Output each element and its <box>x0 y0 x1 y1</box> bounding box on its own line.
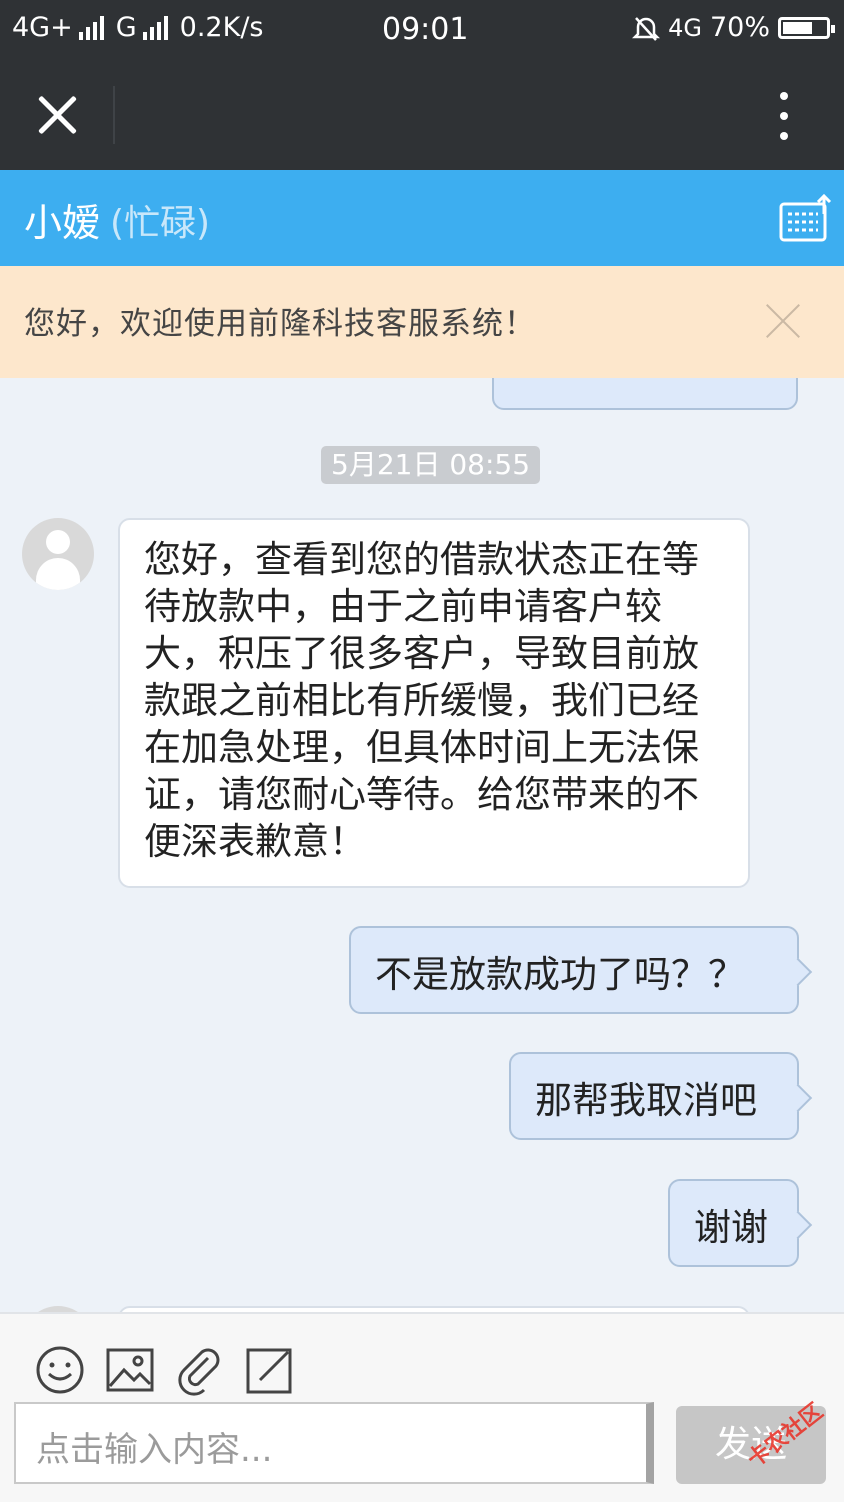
status-bar: 4G+ G 0.2K/s 09:01 4G 70% <box>0 0 844 60</box>
more-menu-icon[interactable] <box>772 88 796 144</box>
network-label-3: 4G <box>668 13 702 42</box>
emoji-icon[interactable] <box>34 1344 86 1396</box>
notice-close-icon[interactable] <box>760 298 806 344</box>
image-icon[interactable] <box>104 1344 156 1396</box>
user-message-text: 那帮我取消吧 <box>535 1079 757 1122</box>
user-message: 不是放款成功了吗？？ <box>349 926 813 1014</box>
chat-header: 小嫒 (忙碌) <box>0 170 844 266</box>
user-message-text: 不是放款成功了吗？？ <box>375 953 745 996</box>
message-timestamp: 5月21日 08:55 <box>321 446 541 484</box>
partial-user-message <box>492 378 798 410</box>
battery-percent: 70% <box>709 12 770 43</box>
network-label-2: G <box>115 12 137 43</box>
agent-avatar <box>22 518 94 590</box>
toolbar-divider <box>113 86 115 144</box>
clock: 09:01 <box>382 12 469 47</box>
close-icon[interactable] <box>30 88 84 142</box>
agent-message-text: 您好，查看到您的借款状态正在等待放款中，由于之前申请客户较大，积压了很多客户，导… <box>144 538 699 863</box>
network-speed: 0.2K/s <box>179 12 264 43</box>
user-message-text: 谢谢 <box>694 1206 768 1249</box>
edit-icon[interactable] <box>244 1344 296 1396</box>
mute-bell-icon <box>632 16 661 41</box>
signal-bars-icon <box>78 15 104 40</box>
notice-text: 您好，欢迎使用前隆科技客服系统！ <box>24 306 536 342</box>
welcome-notice: 您好，欢迎使用前隆科技客服系统！ <box>0 266 844 378</box>
agent-name: 小嫒 <box>24 201 101 245</box>
network-label-1: 4G+ <box>12 12 73 43</box>
message-input[interactable]: 点击输入内容... <box>14 1402 654 1484</box>
browser-toolbar <box>0 60 844 170</box>
input-panel: 点击输入内容... 发送 <box>0 1312 844 1502</box>
chat-messages[interactable]: 5月21日 08:55 您好，查看到您的借款状态正在等待放款中，由于之前申请客户… <box>0 378 844 1312</box>
user-message: 那帮我取消吧 <box>509 1052 813 1140</box>
user-message: 谢谢 <box>668 1179 813 1267</box>
battery-icon <box>778 16 835 39</box>
attachment-icon[interactable] <box>174 1344 226 1396</box>
agent-status: (忙碌) <box>110 203 211 244</box>
signal-bars-icon <box>142 15 168 40</box>
agent-message: 您好，查看到您的借款状态正在等待放款中，由于之前申请客户较大，积压了很多客户，导… <box>118 518 750 888</box>
chat-history-icon[interactable] <box>778 192 834 248</box>
